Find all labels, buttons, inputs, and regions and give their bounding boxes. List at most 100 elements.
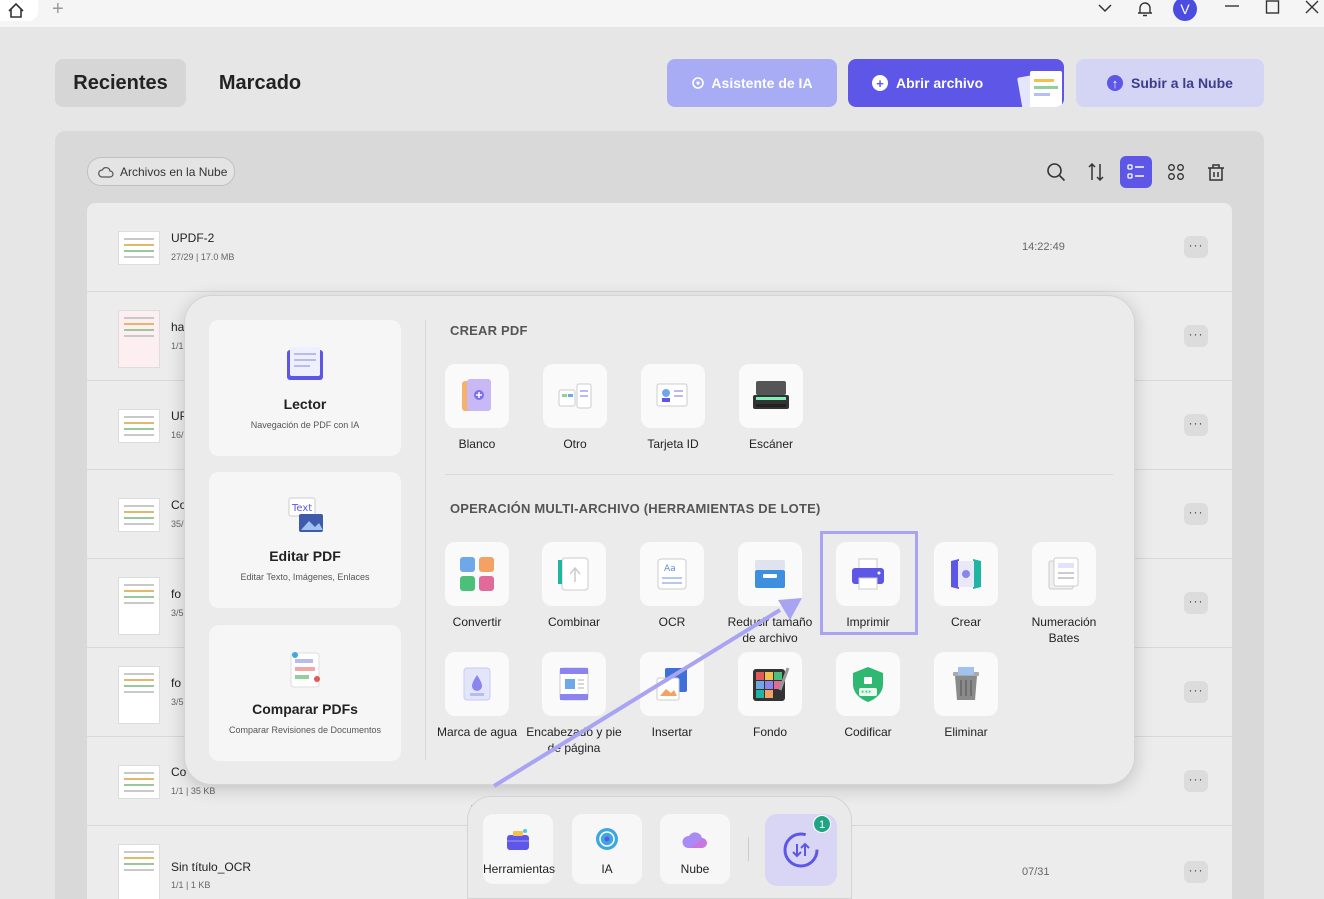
file-meta: 35/ [171,519,184,529]
ai-assistant-button[interactable]: Asistente de IA [667,59,837,107]
file-name: UPDF-2 [171,231,215,245]
tab-recientes[interactable]: Recientes [55,59,186,107]
list-view-icon [1127,164,1144,179]
tool-label: Codificar [844,725,892,739]
file-name: fo [171,676,182,690]
encode-box: *** [836,652,900,716]
other-files-icon [558,383,592,409]
edit-pdf-card[interactable]: Text Editar PDF Editar Texto, Imágenes, … [209,472,401,608]
upload-cloud-button[interactable]: ↑ Subir a la Nube [1076,59,1264,107]
list-view-button[interactable] [1120,156,1152,188]
dock-ai[interactable]: IA [572,814,642,884]
tool-bates-numbering[interactable]: Numeración Bates [1016,542,1112,646]
tool-id-card[interactable]: Tarjeta ID [625,364,721,452]
maximize-icon[interactable] [1265,0,1280,14]
file-name: Sin título_OCR [171,860,252,874]
open-file-button[interactable]: + Abrir archivo [848,59,1064,107]
home-icon [8,2,24,18]
grid-view-icon [1168,164,1184,180]
reader-card-title: Lector [283,396,327,412]
more-options-icon[interactable]: ··· [1184,681,1208,703]
tool-delete[interactable]: Eliminar [918,652,1014,740]
tool-blank[interactable]: Blanco [429,364,525,452]
tool-label: Crear [950,615,981,629]
blank-page-icon [462,379,491,411]
more-options-icon[interactable]: ··· [1184,770,1208,792]
tab-marcado[interactable]: Marcado [200,59,320,107]
trash-icon [1208,164,1224,181]
file-thumbnail [118,409,160,443]
ai-orb-icon [596,828,618,850]
file-row[interactable]: UPDF-2 27/29 | 17.0 MB 14:22:49 ··· [87,203,1232,292]
compare-icon [290,652,320,688]
more-options-icon[interactable]: ··· [1184,861,1208,883]
edit-pdf-card-title: Editar PDF [269,548,341,564]
svg-text:Aa: Aa [664,564,676,574]
file-thumbnail [118,231,160,265]
dock-cloud[interactable]: Nube [660,814,730,884]
file-name: ha [171,320,185,334]
tool-other[interactable]: Otro [527,364,623,452]
search-icon [1047,163,1066,182]
more-options-icon[interactable]: ··· [1184,503,1208,525]
trash-bin-icon [953,667,979,700]
batch-section-title: OPERACIÓN MULTI-ARCHIVO (HERRAMIENTAS DE… [450,501,821,516]
trash-button[interactable] [1200,156,1232,188]
book-icon [287,347,323,380]
tool-label: Blanco [458,437,496,451]
other-box [543,364,607,428]
title-bar: + V [0,0,1324,27]
new-tab-plus-icon[interactable]: + [52,0,64,21]
popup-vertical-divider [425,320,426,760]
home-tab[interactable] [0,0,38,21]
minimize-icon[interactable] [1224,0,1240,12]
file-name: fo [171,587,182,601]
avatar[interactable]: V [1173,0,1197,21]
dock-tools[interactable]: Herramientas [483,814,555,884]
search-button[interactable] [1040,156,1072,188]
tool-label: Escáner [748,437,794,451]
file-thumbnail [118,844,160,899]
more-options-icon[interactable]: ··· [1184,236,1208,258]
cloud-files-chip[interactable]: Archivos en la Nube [87,157,235,186]
sort-button[interactable] [1080,156,1112,188]
ai-icon [692,77,705,89]
ai-assistant-label: Asistente de IA [711,75,813,91]
file-thumbnail [118,498,160,532]
more-options-icon[interactable]: ··· [1184,325,1208,347]
cloud-files-label: Archivos en la Nube [120,164,228,179]
annotation-arrow [492,598,802,788]
tool-label: Tarjeta ID [647,437,699,451]
reader-card-subtitle: Navegación de PDF con IA [250,420,360,430]
id-card-box [641,364,705,428]
file-thumbnail [118,765,160,799]
id-card-icon [656,383,688,407]
more-options-icon[interactable]: ··· [1184,592,1208,614]
compare-pdfs-card-title: Comparar PDFs [252,701,358,717]
file-meta: 16/ [171,430,184,440]
svg-text:***: *** [861,689,872,697]
chevron-down-icon[interactable] [1097,0,1113,16]
file-meta: 27/29 | 17.0 MB [171,252,235,262]
tool-encode[interactable]: *** Codificar [820,652,916,740]
file-thumbnail [118,310,160,368]
more-options-icon[interactable]: ··· [1184,414,1208,436]
compare-pdfs-card[interactable]: Comparar PDFs Comparar Revisiones de Doc… [209,625,401,761]
close-icon[interactable] [1305,0,1319,14]
scanner-icon [753,381,789,409]
create-pdf-icon [951,559,981,589]
cloud-color-icon [682,832,707,848]
create-box [934,542,998,606]
tool-label: Eliminar [944,725,988,739]
tool-create[interactable]: Crear [918,542,1014,630]
bates-numbering-icon [1048,557,1079,590]
bates-numbering-box [1032,542,1096,606]
bell-icon[interactable] [1136,0,1154,18]
file-meta: 3/5 [171,608,184,618]
notification-badge: 1 [813,815,831,833]
scanner-box [739,364,803,428]
grid-view-button[interactable] [1160,156,1192,188]
tool-scanner[interactable]: Escáner [723,364,819,452]
sync-icon [783,832,819,868]
reader-card[interactable]: Lector Navegación de PDF con IA [209,320,401,456]
